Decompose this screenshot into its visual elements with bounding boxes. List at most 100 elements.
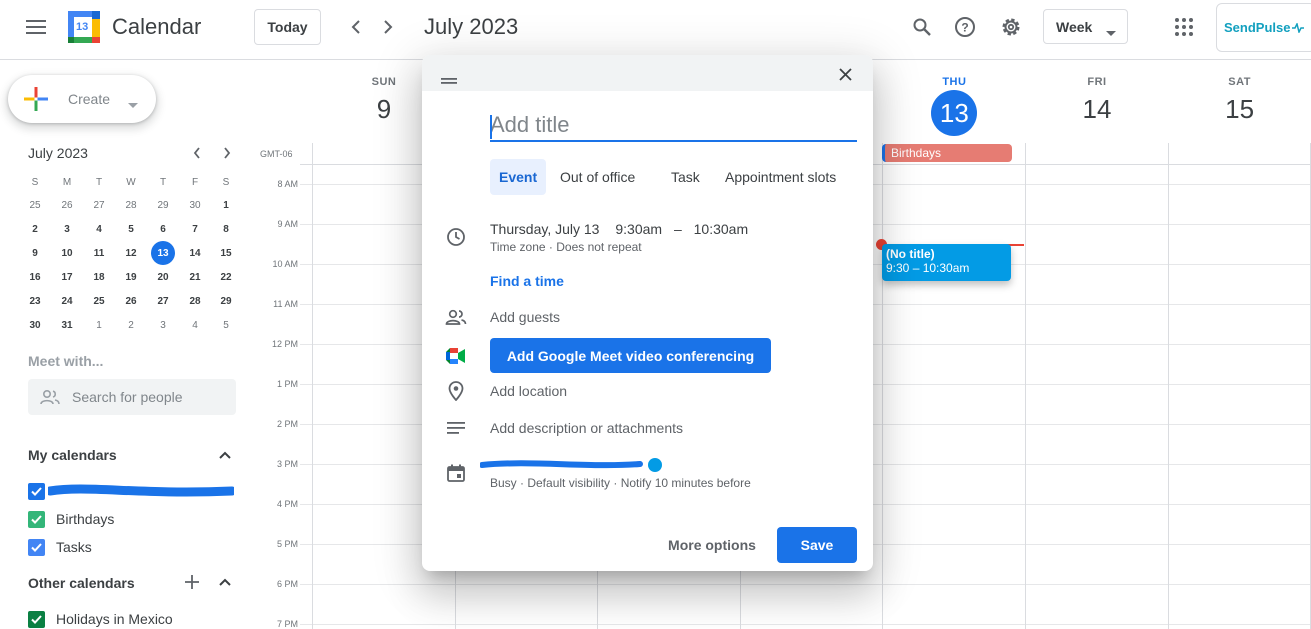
- day-number[interactable]: 15: [1169, 94, 1311, 125]
- mini-day-cell[interactable]: 16: [23, 265, 47, 289]
- day-column-header[interactable]: FRI 14: [1026, 76, 1168, 125]
- sendpulse-extension-button[interactable]: SendPulse: [1216, 3, 1311, 52]
- checkbox-checked-icon[interactable]: [28, 482, 45, 500]
- mini-day-cell[interactable]: 12: [119, 241, 143, 265]
- calendar-item-holidays[interactable]: Holidays in Mexico: [28, 609, 173, 629]
- mini-day-cell[interactable]: 14: [183, 241, 207, 265]
- previous-week-icon[interactable]: [343, 14, 369, 40]
- event-datetime[interactable]: Thursday, July 13 9:30am – 10:30am: [490, 221, 748, 237]
- other-calendars-title[interactable]: Other calendars: [28, 575, 135, 591]
- mini-day-cell[interactable]: 29: [214, 289, 238, 313]
- mini-day-cell[interactable]: 13: [151, 241, 175, 265]
- mini-day-cell[interactable]: 3: [151, 313, 175, 337]
- mini-day-cell[interactable]: 28: [183, 289, 207, 313]
- add-location-field[interactable]: Add location: [490, 383, 567, 399]
- mini-day-cell[interactable]: 20: [151, 265, 175, 289]
- help-icon[interactable]: ?: [951, 13, 979, 41]
- tab-appointment-slots[interactable]: Appointment slots: [716, 159, 845, 195]
- event-date[interactable]: Thursday, July 13: [490, 221, 599, 237]
- mini-day-cell[interactable]: 11: [87, 241, 111, 265]
- apps-grid-icon[interactable]: [1170, 13, 1198, 41]
- mini-day-cell[interactable]: 9: [23, 241, 47, 265]
- mini-next-month-icon[interactable]: [217, 143, 237, 163]
- mini-prev-month-icon[interactable]: [187, 143, 207, 163]
- event-end-time[interactable]: 10:30am: [694, 221, 748, 237]
- mini-day-cell[interactable]: 17: [55, 265, 79, 289]
- add-other-calendar-icon[interactable]: [182, 572, 202, 592]
- event-start-time[interactable]: 9:30am: [615, 221, 662, 237]
- mini-day-cell[interactable]: 18: [87, 265, 111, 289]
- mini-day-cell[interactable]: 25: [87, 289, 111, 313]
- mini-day-cell[interactable]: 5: [214, 313, 238, 337]
- mini-day-cell[interactable]: 7: [183, 217, 207, 241]
- mini-day-cell[interactable]: 5: [119, 217, 143, 241]
- mini-day-cell[interactable]: 24: [55, 289, 79, 313]
- mini-day-cell[interactable]: 25: [23, 193, 47, 217]
- search-people-input[interactable]: Search for people: [28, 379, 236, 415]
- mini-day-cell[interactable]: 3: [55, 217, 79, 241]
- my-calendars-title[interactable]: My calendars: [28, 447, 117, 463]
- draft-event-block[interactable]: (No title) 9:30 – 10:30am: [882, 244, 1011, 281]
- day-number[interactable]: 14: [1026, 94, 1168, 125]
- mini-day-cell[interactable]: 29: [151, 193, 175, 217]
- mini-day-cell[interactable]: 2: [119, 313, 143, 337]
- checkbox-checked-icon[interactable]: [28, 538, 45, 556]
- tab-event[interactable]: Event: [490, 159, 547, 195]
- dialog-drag-bar[interactable]: [422, 55, 873, 91]
- tab-task[interactable]: Task: [662, 159, 709, 195]
- find-a-time-link[interactable]: Find a time: [490, 273, 564, 289]
- calendar-meta[interactable]: Busy · Default visibility · Notify 10 mi…: [490, 476, 751, 490]
- main-menu-icon[interactable]: [20, 11, 52, 43]
- mini-day-cell[interactable]: 21: [183, 265, 207, 289]
- create-button[interactable]: Create: [8, 75, 156, 123]
- mini-day-cell[interactable]: 22: [214, 265, 238, 289]
- mini-day-cell[interactable]: 28: [119, 193, 143, 217]
- today-button[interactable]: Today: [254, 9, 321, 45]
- mini-day-cell[interactable]: 1: [87, 313, 111, 337]
- calendar-logo-icon[interactable]: 13: [68, 11, 100, 43]
- mini-day-cell[interactable]: 30: [183, 193, 207, 217]
- mini-day-cell[interactable]: 4: [87, 217, 111, 241]
- add-guests-field[interactable]: Add guests: [490, 309, 560, 325]
- day-number[interactable]: 13: [931, 90, 978, 136]
- mini-day-cell[interactable]: 2: [23, 217, 47, 241]
- calendar-item-tasks[interactable]: Tasks: [28, 537, 92, 557]
- view-switcher[interactable]: Week: [1043, 9, 1128, 44]
- mini-day-cell[interactable]: 15: [214, 241, 238, 265]
- add-google-meet-button[interactable]: Add Google Meet video conferencing: [490, 338, 771, 373]
- mini-day-cell[interactable]: 1: [214, 193, 238, 217]
- add-description-field[interactable]: Add description or attachments: [490, 420, 683, 436]
- mini-day-cell[interactable]: 26: [55, 193, 79, 217]
- mini-day-cell[interactable]: 31: [55, 313, 79, 337]
- mini-day-cell[interactable]: 10: [55, 241, 79, 265]
- mini-day-cell[interactable]: 27: [151, 289, 175, 313]
- mini-day-cell[interactable]: 4: [183, 313, 207, 337]
- next-week-icon[interactable]: [375, 14, 401, 40]
- checkbox-checked-icon[interactable]: [28, 510, 45, 528]
- save-button[interactable]: Save: [777, 527, 857, 563]
- checkbox-checked-icon[interactable]: [28, 610, 45, 628]
- mini-day-cell[interactable]: 8: [214, 217, 238, 241]
- mini-day-cell[interactable]: 6: [151, 217, 175, 241]
- calendar-item-primary[interactable]: [28, 481, 234, 501]
- day-column-header[interactable]: THU 13: [883, 76, 1025, 136]
- collapse-other-calendars-icon[interactable]: [215, 572, 235, 592]
- search-icon[interactable]: [908, 13, 936, 41]
- close-icon[interactable]: [835, 64, 855, 84]
- mini-day-cell[interactable]: 30: [23, 313, 47, 337]
- mini-day-cell[interactable]: 27: [87, 193, 111, 217]
- day-column-header[interactable]: SAT 15: [1169, 76, 1311, 125]
- calendar-item-birthdays[interactable]: Birthdays: [28, 509, 114, 529]
- drag-handle-icon[interactable]: [441, 71, 457, 89]
- mini-day-cell[interactable]: 23: [23, 289, 47, 313]
- more-options-button[interactable]: More options: [662, 527, 762, 563]
- settings-gear-icon[interactable]: [997, 13, 1025, 41]
- mini-day-cell[interactable]: 26: [119, 289, 143, 313]
- allday-event-birthdays[interactable]: Birthdays: [882, 144, 1012, 162]
- mini-day-cell[interactable]: 19: [119, 265, 143, 289]
- event-title-input[interactable]: Add title: [490, 112, 857, 142]
- time-meta[interactable]: Time zone · Does not repeat: [490, 240, 642, 254]
- calendar-owner-selector[interactable]: [479, 455, 662, 477]
- tab-out-of-office[interactable]: Out of office: [551, 159, 644, 195]
- collapse-my-calendars-icon[interactable]: [215, 445, 235, 465]
